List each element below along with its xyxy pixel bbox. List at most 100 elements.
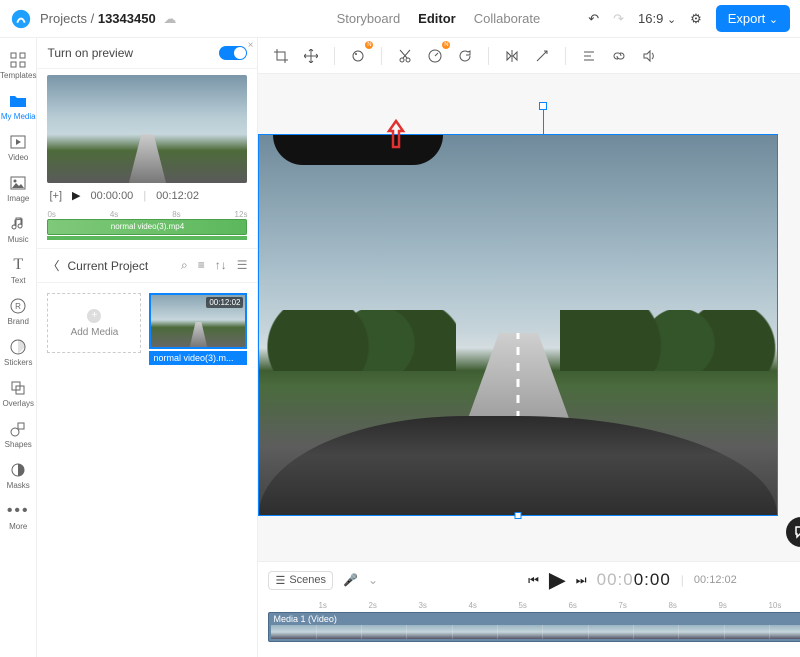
brand-icon: R: [9, 297, 27, 315]
animate-icon[interactable]: N: [345, 43, 371, 69]
mini-duration: 00:12:02: [156, 190, 199, 202]
mic-icon[interactable]: 🎤: [343, 573, 358, 587]
next-icon[interactable]: ⏭: [576, 573, 587, 588]
chevron-down-icon[interactable]: ⌄: [368, 573, 378, 587]
back-icon[interactable]: 〈: [47, 257, 59, 274]
speed-icon[interactable]: N: [422, 43, 448, 69]
crop-icon[interactable]: [268, 43, 294, 69]
sidebar-item-overlays[interactable]: Overlays: [0, 374, 36, 413]
mini-timeline[interactable]: 0s4s8s12s normal video(3).mp4: [47, 210, 247, 240]
cut-icon[interactable]: [392, 43, 418, 69]
expand-icon[interactable]: [+]: [49, 190, 62, 202]
align-icon[interactable]: [576, 43, 602, 69]
play-button[interactable]: ▶: [549, 567, 566, 593]
add-media-button[interactable]: + Add Media: [47, 293, 141, 353]
timeline[interactable]: 1s2s3s4s5s6s7s8s9s10s Media 1 (Video): [258, 598, 800, 657]
chat-button[interactable]: [786, 517, 800, 547]
sidebar-item-image[interactable]: Image: [0, 169, 36, 208]
image-icon: [9, 174, 27, 192]
video-icon: [9, 133, 27, 151]
timeline-current-time: 00:00:00: [597, 570, 671, 591]
sidebar-item-mymedia[interactable]: My Media: [0, 87, 36, 126]
settings-icon[interactable]: ⚙: [690, 11, 702, 27]
cloud-icon: ☁: [163, 11, 176, 26]
resize-handle-bottom[interactable]: [515, 512, 522, 519]
timeline-ruler: 1s2s3s4s5s6s7s8s9s10s: [268, 598, 800, 612]
mini-preview-thumb[interactable]: [47, 75, 247, 183]
app-header: Projects / 13343450 ☁ Storyboard Editor …: [0, 0, 800, 38]
media-item[interactable]: 00:12:02 normal video(3).m...: [149, 293, 247, 365]
volume-icon[interactable]: [636, 43, 662, 69]
header-tabs: Storyboard Editor Collaborate: [337, 11, 541, 26]
sidebar-item-stickers[interactable]: Stickers: [0, 333, 36, 372]
undo-icon[interactable]: ↶: [588, 11, 599, 27]
timeline-panel: ☰ Scenes 🎤 ⌄ ⏮ ▶ ⏭ 00:00:00 | 00:12:02 1…: [258, 561, 800, 657]
mini-track[interactable]: normal video(3).mp4: [47, 219, 247, 235]
media-duration: 00:12:02: [206, 297, 243, 308]
sidebar-item-brand[interactable]: R Brand: [0, 292, 36, 331]
rotate-icon[interactable]: [452, 43, 478, 69]
sidebar-item-video[interactable]: Video: [0, 128, 36, 167]
main-area: N N: [258, 38, 800, 657]
video-canvas[interactable]: [258, 134, 778, 516]
preview-toggle[interactable]: [219, 46, 247, 60]
tab-collaborate[interactable]: Collaborate: [474, 11, 541, 26]
timeline-duration: 00:12:02: [694, 574, 737, 586]
shapes-icon: [9, 420, 27, 438]
timeline-track[interactable]: Media 1 (Video): [268, 612, 800, 642]
stickers-icon: [9, 338, 27, 356]
redo-icon[interactable]: ↷: [613, 11, 624, 27]
close-icon[interactable]: ×: [248, 40, 254, 51]
preview-toggle-row: × Turn on preview: [37, 38, 257, 69]
flip-icon[interactable]: [499, 43, 525, 69]
filter-icon[interactable]: ≡: [198, 258, 205, 273]
svg-text:R: R: [15, 302, 21, 311]
adjust-icon[interactable]: [529, 43, 555, 69]
rotation-handle[interactable]: [539, 102, 547, 134]
preview-toggle-label: Turn on preview: [47, 46, 133, 60]
app-logo: [10, 8, 32, 30]
search-icon[interactable]: ⌕: [181, 258, 188, 273]
more-icon: •••: [9, 502, 27, 520]
crumb-sep: /: [91, 11, 95, 26]
sidebar-item-text[interactable]: T Text: [0, 251, 36, 290]
prev-icon[interactable]: ⏮: [528, 573, 539, 588]
text-icon: T: [9, 256, 27, 274]
overlays-icon: [9, 379, 27, 397]
media-grid: + Add Media 00:12:02 normal video(3).m..…: [37, 283, 257, 375]
breadcrumb[interactable]: Projects / 13343450 ☁: [40, 11, 176, 27]
media-filename: normal video(3).m...: [149, 351, 247, 365]
media-thumb[interactable]: 00:12:02: [149, 293, 247, 349]
link-icon[interactable]: [606, 43, 632, 69]
timeline-controls: ☰ Scenes 🎤 ⌄ ⏮ ▶ ⏭ 00:00:00 | 00:12:02: [258, 562, 800, 598]
sort-icon[interactable]: ↑↓: [215, 258, 227, 273]
folder-icon: [9, 92, 27, 110]
crumb-projects[interactable]: Projects: [40, 11, 87, 26]
tab-storyboard[interactable]: Storyboard: [337, 11, 401, 26]
sidebar-item-templates[interactable]: Templates: [0, 46, 36, 85]
canvas-area[interactable]: [258, 74, 800, 561]
tab-editor[interactable]: Editor: [418, 11, 456, 26]
move-icon[interactable]: [298, 43, 324, 69]
project-title: Current Project: [67, 259, 148, 273]
music-icon: [9, 215, 27, 233]
scenes-button[interactable]: ☰ Scenes: [268, 571, 333, 590]
sidebar-item-shapes[interactable]: Shapes: [0, 415, 36, 454]
sidebar-item-music[interactable]: Music: [0, 210, 36, 249]
canvas-toolbar: N N: [258, 38, 800, 74]
sidebar-item-more[interactable]: ••• More: [0, 497, 36, 536]
sidebar-item-masks[interactable]: Masks: [0, 456, 36, 495]
mini-current-time: 00:00:00: [90, 190, 133, 202]
masks-icon: [9, 461, 27, 479]
header-actions: ↶ ↷ 16:9 ⌄ ⚙ Export ⌄: [588, 5, 790, 32]
project-header: 〈 Current Project ⌕ ≡ ↑↓ ☰: [37, 248, 257, 283]
export-button[interactable]: Export ⌄: [716, 5, 790, 32]
plus-icon: +: [87, 309, 101, 323]
list-icon[interactable]: ☰: [237, 258, 248, 273]
templates-icon: [9, 51, 27, 69]
play-icon[interactable]: ▶: [72, 189, 80, 202]
left-sidebar: Templates My Media Video Image Music T T…: [0, 38, 37, 657]
crumb-id[interactable]: 13343450: [98, 11, 156, 26]
track-label: Media 1 (Video): [273, 614, 336, 624]
aspect-ratio[interactable]: 16:9 ⌄: [638, 11, 676, 26]
